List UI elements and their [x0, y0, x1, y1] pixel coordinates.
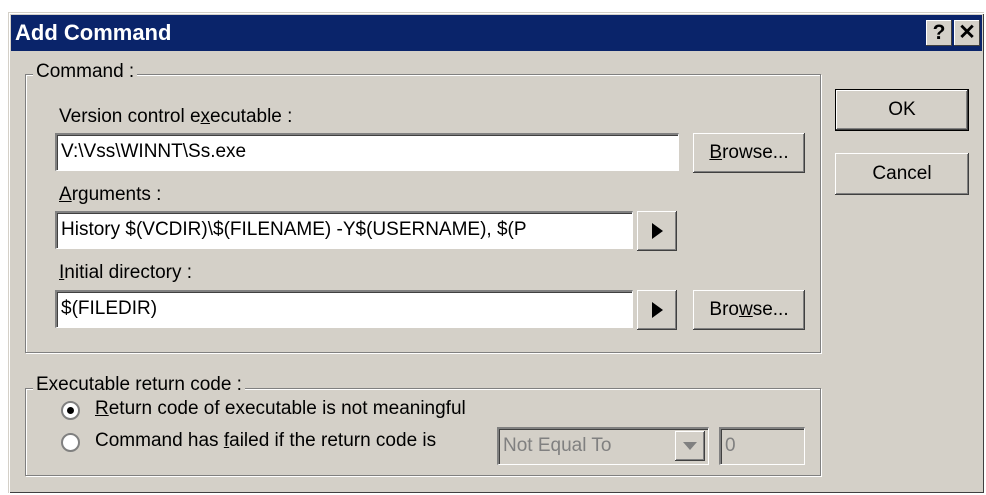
return-code-input[interactable]: 0: [719, 427, 805, 465]
help-icon: ?: [932, 21, 946, 44]
close-button[interactable]: ✕: [954, 20, 980, 46]
arguments-insert-button[interactable]: [637, 211, 677, 251]
cancel-button[interactable]: Cancel: [835, 153, 969, 195]
ok-button[interactable]: OK: [835, 89, 969, 131]
arguments-input[interactable]: History $(VCDIR)\$(FILENAME) -Y$(USERNAM…: [55, 211, 633, 249]
initial-directory-label: Initial directory :: [59, 262, 193, 283]
radio-not-meaningful-label[interactable]: Return code of executable is not meaning…: [95, 398, 466, 420]
browse-executable-button[interactable]: Browse...: [693, 133, 805, 173]
initial-directory-input[interactable]: $(FILEDIR): [55, 290, 633, 328]
return-code-group-legend: Executable return code :: [33, 374, 245, 396]
compare-dropdown-button[interactable]: [675, 431, 705, 461]
close-icon: ✕: [958, 21, 976, 44]
play-arrow-icon: [652, 302, 663, 318]
initial-directory-insert-button[interactable]: [637, 290, 677, 330]
help-button[interactable]: ?: [926, 20, 952, 46]
executable-label: Version control executable :: [59, 106, 293, 127]
radio-selected-dot: [67, 407, 74, 414]
executable-input[interactable]: V:\Vss\WINNT\Ss.exe: [55, 133, 679, 171]
radio-not-meaningful[interactable]: [61, 401, 80, 420]
browse-directory-button[interactable]: Browse...: [693, 290, 805, 330]
title-bar: Add Command ? ✕: [11, 15, 982, 51]
dialog-title: Add Command: [15, 20, 172, 45]
play-arrow-icon: [652, 223, 663, 239]
add-command-dialog: Add Command ? ✕ Command : Version contro…: [8, 12, 984, 493]
radio-failed-if[interactable]: [61, 433, 80, 452]
chevron-down-icon: [683, 442, 697, 450]
arguments-label: Arguments :: [59, 184, 162, 205]
compare-select-value: Not Equal To: [503, 435, 612, 456]
command-group-legend: Command :: [33, 61, 138, 83]
radio-failed-if-label[interactable]: Command has failed if the return code is: [95, 430, 436, 452]
